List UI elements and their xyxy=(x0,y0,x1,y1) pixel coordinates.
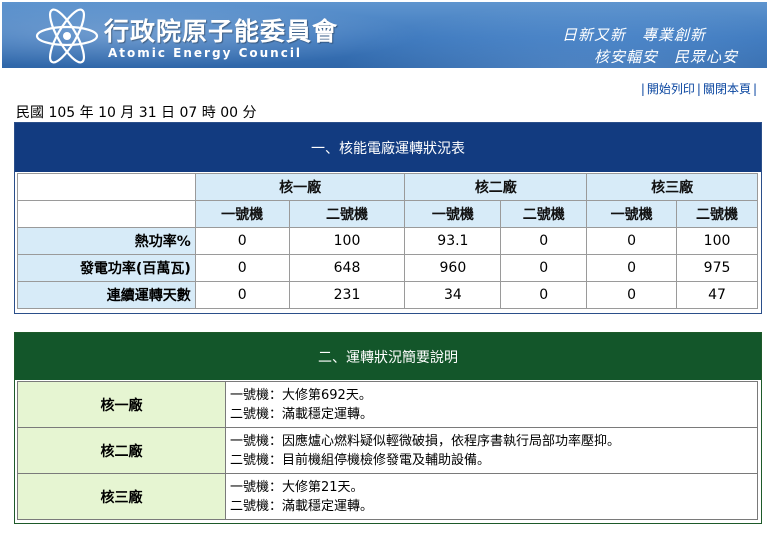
plant-header: 核一廠 xyxy=(194,173,406,201)
agency-title: 行政院原子能委員會 xyxy=(104,17,339,46)
table-cell: 231 xyxy=(288,281,406,309)
agency-title-english: Atomic Energy Council xyxy=(108,46,303,60)
atom-icon xyxy=(35,8,99,64)
slogan-line-2: 核安輻安 民眾心安 xyxy=(594,48,739,66)
unit-header: 一號機 xyxy=(586,200,678,228)
row-label-continuous-days: 連續運轉天數 xyxy=(17,281,196,309)
report-timestamp: 民國 105 年 10 月 31 日 07 時 00 分 xyxy=(16,105,257,121)
notes-line: 二號機：目前機組停機檢修發電及輔助設備。 xyxy=(230,452,491,468)
unit-header: 一號機 xyxy=(194,200,290,228)
table-cell: 0 xyxy=(586,227,678,255)
plant-header: 核二廠 xyxy=(404,173,588,201)
table-cell: 0 xyxy=(194,254,290,282)
table-cell: 0 xyxy=(500,254,588,282)
table-cell: 975 xyxy=(676,254,758,282)
unit-header: 二號機 xyxy=(288,200,406,228)
notes-line: 一號機：大修第21天。 xyxy=(230,479,364,495)
table-row: 核二廠 一號機：因應爐心燃料疑似輕微破損，依程序書執行局部功率壓抑。 二號機：目… xyxy=(17,427,758,474)
plant-header: 核三廠 xyxy=(586,173,758,201)
unit-header: 二號機 xyxy=(676,200,758,228)
notes-description: 一號機：大修第692天。 二號機：滿載穩定運轉。 xyxy=(225,381,758,428)
operation-status-title: 一、核能電廠運轉狀況表 xyxy=(15,123,761,172)
operation-notes-table: 核一廠 一號機：大修第692天。 二號機：滿載穩定運轉。 核二廠 一號機：因應爐… xyxy=(17,381,758,520)
notes-line: 一號機：大修第692天。 xyxy=(230,387,372,403)
header-banner: 行政院原子能委員會 Atomic Energy Council 日新又新 專業創… xyxy=(2,2,767,68)
operation-notes-title: 二、運轉狀況簡要說明 xyxy=(15,333,761,380)
table-cell: 0 xyxy=(194,227,290,255)
slogan-line-1: 日新又新 專業創新 xyxy=(562,26,707,44)
table-cell: 648 xyxy=(288,254,406,282)
print-link[interactable]: 開始列印 xyxy=(647,82,695,96)
table-row: 核三廠 一號機：大修第21天。 二號機：滿載穩定運轉。 xyxy=(17,473,758,520)
table-cell: 47 xyxy=(676,281,758,309)
unit-header: 一號機 xyxy=(404,200,502,228)
page-actions: | 開始列印 | 關閉本頁 | xyxy=(640,82,757,96)
corner-cell xyxy=(17,200,196,228)
table-cell: 0 xyxy=(586,254,678,282)
notes-plant-label: 核三廠 xyxy=(17,473,226,520)
table-row: 熱功率% 0 100 93.1 0 0 100 xyxy=(17,227,758,255)
operation-notes-panel: 二、運轉狀況簡要說明 核一廠 一號機：大修第692天。 二號機：滿載穩定運轉。 … xyxy=(14,332,762,524)
notes-description: 一號機：大修第21天。 二號機：滿載穩定運轉。 xyxy=(225,473,758,520)
notes-line: 二號機：滿載穩定運轉。 xyxy=(230,406,374,422)
row-label-thermal-power: 熱功率% xyxy=(17,227,196,255)
notes-plant-label: 核二廠 xyxy=(17,427,226,474)
table-cell: 0 xyxy=(500,227,588,255)
table-cell: 0 xyxy=(194,281,290,309)
operation-status-panel: 一、核能電廠運轉狀況表 核一廠 核二廠 核三廠 一號機 二號機 一號機 二號機 … xyxy=(14,122,762,314)
table-cell: 100 xyxy=(676,227,758,255)
corner-cell xyxy=(17,173,196,201)
notes-description: 一號機：因應爐心燃料疑似輕微破損，依程序書執行局部功率壓抑。 二號機：目前機組停… xyxy=(225,427,758,474)
unit-header: 二號機 xyxy=(500,200,588,228)
table-cell: 0 xyxy=(586,281,678,309)
table-row: 連續運轉天數 0 231 34 0 0 47 xyxy=(17,281,758,309)
table-cell: 34 xyxy=(404,281,502,309)
close-page-link[interactable]: 關閉本頁 xyxy=(703,82,751,96)
row-label-generation: 發電功率(百萬瓦) xyxy=(17,254,196,282)
notes-line: 二號機：滿載穩定運轉。 xyxy=(230,498,374,514)
notes-plant-label: 核一廠 xyxy=(17,381,226,428)
table-row: 發電功率(百萬瓦) 0 648 960 0 0 975 xyxy=(17,254,758,282)
table-row: 核一廠 一號機：大修第692天。 二號機：滿載穩定運轉。 xyxy=(17,381,758,428)
operation-status-table: 核一廠 核二廠 核三廠 一號機 二號機 一號機 二號機 一號機 二號機 熱功率%… xyxy=(17,173,758,309)
table-cell: 960 xyxy=(404,254,502,282)
notes-line: 一號機：因應爐心燃料疑似輕微破損，依程序書執行局部功率壓抑。 xyxy=(230,433,621,449)
table-cell: 100 xyxy=(288,227,406,255)
table-cell: 93.1 xyxy=(404,227,502,255)
table-cell: 0 xyxy=(500,281,588,309)
